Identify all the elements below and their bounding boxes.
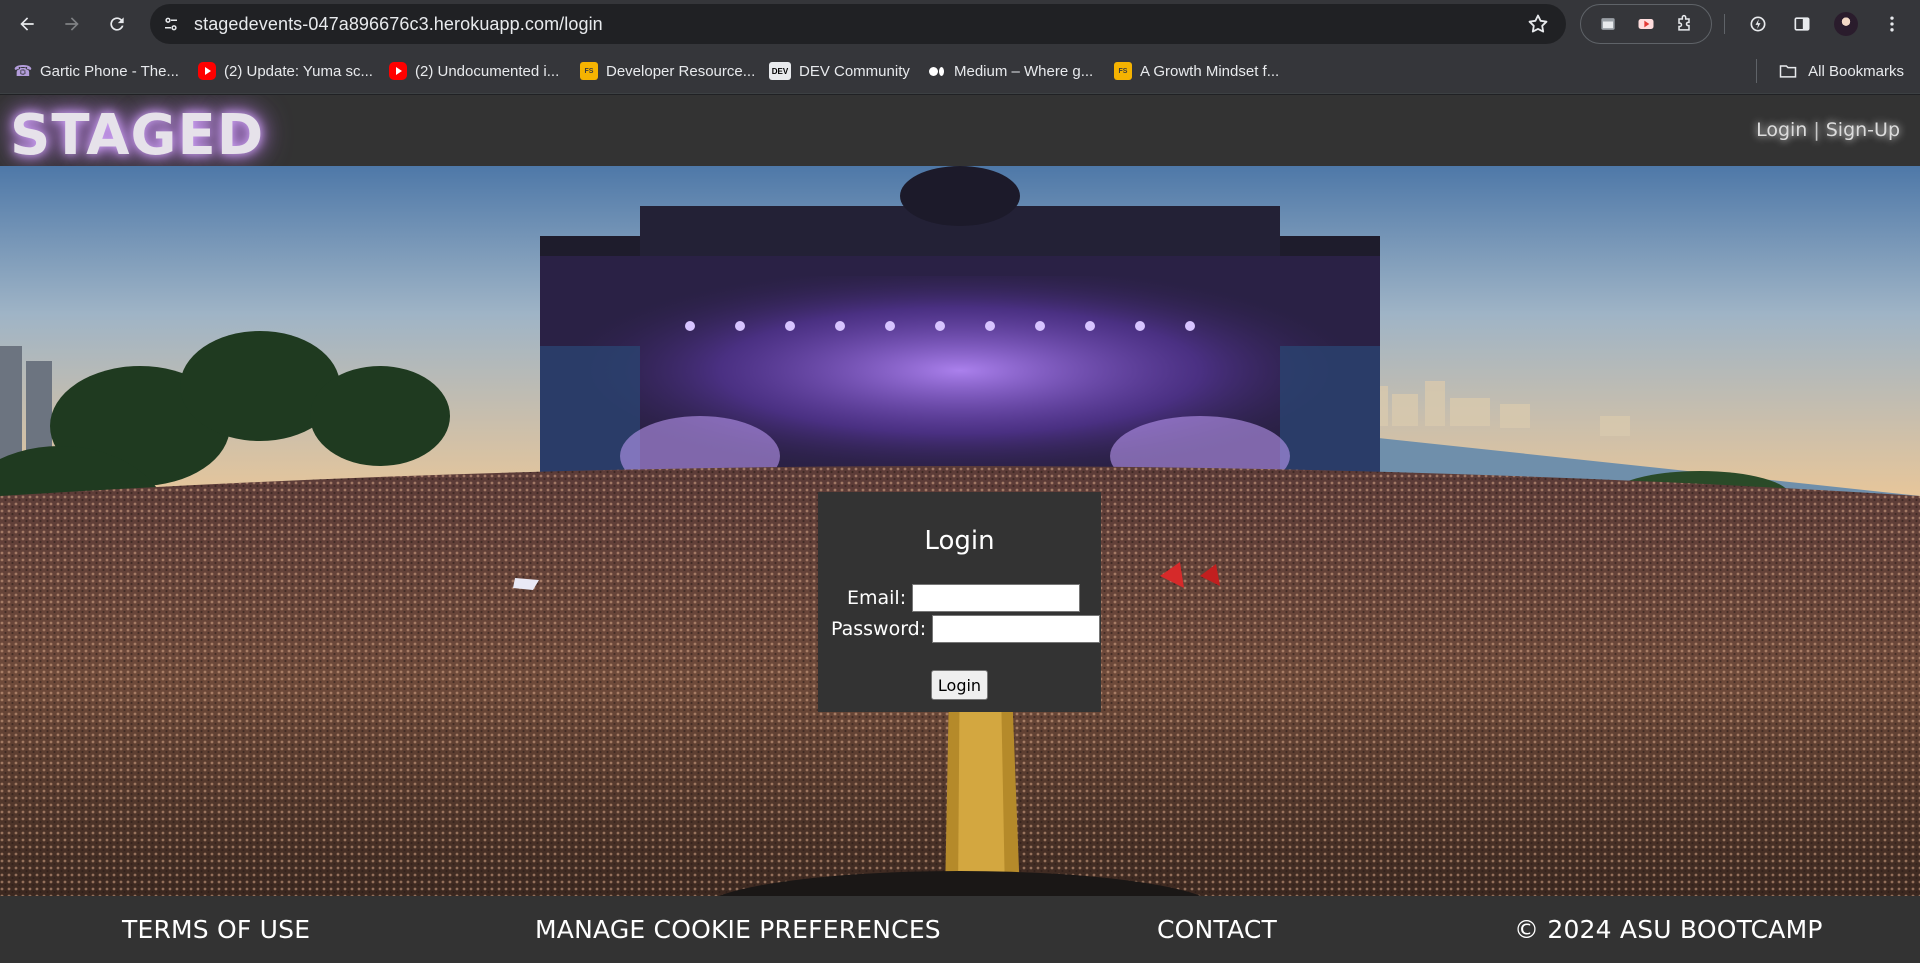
web-page: STAGED Login | Sign-Up Login Email: Pass… xyxy=(0,95,1920,963)
site-info-button[interactable] xyxy=(156,9,186,39)
bookmark-label: A Growth Mindset f... xyxy=(1140,62,1280,80)
arrow-left-icon xyxy=(20,17,34,31)
concert-hero-image: Login Email: Password: Login xyxy=(0,166,1920,896)
youtube-icon xyxy=(198,62,216,80)
contact-link[interactable]: CONTACT xyxy=(1157,915,1277,944)
bookmark-label: Gartic Phone - The... xyxy=(40,62,179,80)
site-header: STAGED Login | Sign-Up xyxy=(0,95,1920,168)
bookmarks-separator xyxy=(1756,59,1757,83)
tune-icon xyxy=(165,17,177,31)
phone-icon: ☎ xyxy=(13,63,33,80)
bookmark-item[interactable]: (2) Undocumented i... xyxy=(389,59,559,83)
bookmark-label: (2) Undocumented i... xyxy=(415,62,560,80)
login-title: Login xyxy=(924,526,995,556)
avatar xyxy=(1834,12,1858,36)
password-label: Password: xyxy=(831,618,927,640)
reload-icon xyxy=(110,17,124,31)
kebab-menu-icon xyxy=(1890,16,1894,32)
bookmark-star-button[interactable] xyxy=(1526,12,1550,36)
header-signup-link[interactable]: Sign-Up xyxy=(1826,119,1900,141)
login-submit-button[interactable]: Login xyxy=(931,670,988,700)
screen-recorder-extension-icon[interactable] xyxy=(1634,12,1658,36)
terms-of-use-link[interactable]: TERMS OF USE xyxy=(122,915,310,944)
url-text[interactable]: stagedevents-047a896676c3.herokuapp.com/… xyxy=(194,14,603,35)
performance-icon[interactable] xyxy=(1742,8,1774,40)
password-row: Password: xyxy=(831,615,1101,643)
bookmark-item[interactable]: FS A Growth Mindset f... xyxy=(1114,59,1279,83)
nav-separator: | xyxy=(1813,119,1820,141)
site-logo[interactable]: STAGED xyxy=(10,103,264,168)
extensions-group xyxy=(1580,4,1712,44)
fs-icon: FS xyxy=(580,62,598,80)
browser-toolbar: stagedevents-047a896676c3.herokuapp.com/… xyxy=(0,0,1920,48)
profile-avatar-button[interactable] xyxy=(1830,8,1862,40)
header-login-link[interactable]: Login xyxy=(1756,119,1807,141)
star-icon xyxy=(1528,14,1548,33)
password-field[interactable] xyxy=(932,615,1101,643)
all-bookmarks-label: All Bookmarks xyxy=(1808,62,1904,80)
site-footer: TERMS OF USE MANAGE COOKIE PREFERENCES C… xyxy=(0,896,1920,963)
cookie-preferences-link[interactable]: MANAGE COOKIE PREFERENCES xyxy=(535,915,941,944)
bookmark-item[interactable]: Medium – Where g... xyxy=(928,59,1093,83)
back-button[interactable] xyxy=(10,7,44,41)
reload-button[interactable] xyxy=(100,7,134,41)
all-bookmarks-button[interactable]: All Bookmarks xyxy=(1778,59,1904,83)
bookmark-item[interactable]: (2) Update: Yuma sc... xyxy=(198,59,373,83)
tab-preview-extension-icon[interactable] xyxy=(1596,12,1620,36)
header-nav: Login | Sign-Up xyxy=(1756,119,1900,141)
forward-button[interactable] xyxy=(55,7,89,41)
bookmark-label: DEV Community xyxy=(799,62,910,80)
email-row: Email: xyxy=(847,584,1081,612)
medium-icon xyxy=(928,62,946,80)
bookmark-label: Medium – Where g... xyxy=(954,62,1094,80)
puzzle-extensions-icon[interactable] xyxy=(1672,12,1696,36)
youtube-icon xyxy=(389,62,407,80)
bookmark-item[interactable]: ☎ Gartic Phone - The... xyxy=(14,59,179,83)
fs-icon: FS xyxy=(1114,62,1132,80)
dev-icon: DEV xyxy=(769,62,791,80)
folder-icon xyxy=(1779,65,1797,78)
copyright-text: © 2024 ASU BOOTCAMP xyxy=(1514,915,1823,944)
bookmark-item[interactable]: DEV DEV Community xyxy=(769,59,910,83)
arrow-right-icon xyxy=(65,17,79,31)
bookmark-label: (2) Update: Yuma sc... xyxy=(224,62,373,80)
bookmark-item[interactable]: FS Developer Resource... xyxy=(580,59,755,83)
browser-menu-button[interactable] xyxy=(1876,8,1908,40)
toolbar-separator xyxy=(1724,14,1725,34)
email-field[interactable] xyxy=(912,584,1081,612)
login-form: Login Email: Password: Login xyxy=(818,492,1101,712)
address-bar[interactable]: stagedevents-047a896676c3.herokuapp.com/… xyxy=(150,4,1566,44)
email-label: Email: xyxy=(847,587,907,609)
bookmark-label: Developer Resource... xyxy=(606,62,756,80)
bookmarks-bar: ☎ Gartic Phone - The... (2) Update: Yuma… xyxy=(0,48,1920,94)
side-panel-icon[interactable] xyxy=(1786,8,1818,40)
